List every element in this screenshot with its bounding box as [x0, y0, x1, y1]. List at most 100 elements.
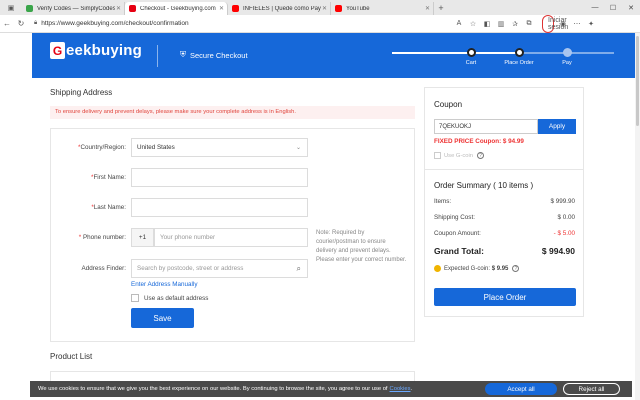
coupon-amount-value: - $ 5.00 — [553, 230, 575, 237]
gcoin-icon — [434, 265, 441, 272]
order-panel: Coupon 7QEKUOKJ Apply FIXED PRICE Coupon… — [424, 87, 584, 317]
first-name-row: *First Name: — [51, 168, 416, 187]
reload-icon[interactable]: ↻ — [14, 19, 28, 28]
profile-icon[interactable]: ◉ — [558, 20, 568, 28]
address-finder-row: Address Finder: Search by postcode, stre… — [51, 259, 416, 278]
checkbox-icon[interactable] — [131, 294, 139, 302]
back-icon[interactable]: ← — [0, 19, 14, 28]
close-icon[interactable]: ✕ — [116, 5, 121, 12]
panel-divider — [425, 169, 583, 170]
favorite-star-icon[interactable]: ☆ — [468, 20, 478, 28]
step-label-pay: Pay — [562, 60, 572, 66]
use-gcoin-checkbox[interactable]: Use G-coin ? — [434, 152, 484, 159]
checkbox-icon[interactable] — [434, 152, 441, 159]
help-icon[interactable]: ? — [477, 152, 484, 159]
country-select[interactable]: United States ⌄ — [131, 138, 308, 157]
logo-bag-icon: G — [50, 42, 65, 59]
maximize-icon[interactable]: ☐ — [604, 4, 622, 12]
save-button[interactable]: Save — [131, 308, 194, 328]
shipping-cost-label: Shipping Cost: — [434, 214, 475, 221]
address-finder-input[interactable]: Search by postcode, street or address ⌕ — [131, 259, 308, 278]
progress-line — [392, 52, 472, 54]
phone-field[interactable]: Your phone number — [154, 228, 308, 247]
tab-simplycodes[interactable]: Verify Codes — SimplyCodes ✕ — [22, 2, 125, 15]
close-window-icon[interactable]: ✕ — [622, 4, 640, 12]
cookies-link[interactable]: Cookies — [390, 386, 411, 392]
order-summary-title: Order Summary ( 10 items ) — [434, 181, 534, 190]
geekbuying-logo[interactable]: G eekbuying — [50, 42, 142, 59]
address-finder-label: Address Finder: — [81, 265, 126, 272]
coupon-amount-row: Coupon Amount: - $ 5.00 — [434, 230, 575, 237]
items-value: $ 999.90 — [550, 198, 575, 205]
address-bar-row: ← ↻ 🔒︎ https://www.geekbuying.com/checko… — [0, 14, 640, 33]
url-text: https://www.geekbuying.com/checkout/conf… — [41, 20, 189, 27]
accept-all-button[interactable]: Accept all — [485, 383, 557, 395]
checkout-progress: Cart Place Order Pay — [392, 47, 614, 67]
progress-line — [472, 52, 520, 54]
read-aloud-icon[interactable]: A — [454, 20, 464, 27]
scrollbar-thumb[interactable] — [636, 36, 639, 126]
favorites-icon[interactable]: ✰ — [510, 20, 520, 28]
tab-label: Verify Codes — SimplyCodes — [37, 5, 115, 12]
tab-geekbuying[interactable]: Checkout - Geekbuying.com ✕ — [125, 2, 228, 15]
tab-infieles[interactable]: INFIELES | Quedé como Payasa ✕ — [228, 2, 331, 15]
geekbuying-favicon-icon — [129, 5, 136, 12]
place-order-button[interactable]: Place Order — [434, 288, 576, 306]
cookie-text: We use cookies to ensure that we give yo… — [38, 386, 388, 392]
step-label-cart: Cart — [465, 60, 477, 66]
shipping-cost-value: $ 0.00 — [557, 214, 575, 221]
default-address-checkbox[interactable]: Use as default address — [131, 294, 208, 302]
expected-gcoin: Expected G-coin: $ 9.95 ? — [434, 265, 520, 272]
split-screen-icon[interactable]: ▥ — [496, 20, 506, 28]
first-name-field[interactable] — [131, 168, 308, 187]
last-name-field[interactable] — [131, 198, 308, 217]
tab-label: INFIELES | Quedé como Payasa — [243, 5, 321, 12]
youtube-favicon-icon — [335, 5, 342, 12]
english-address-notice: To ensure delivery and prevent delays, p… — [50, 106, 415, 119]
product-list-title: Product List — [50, 352, 93, 361]
lock-icon: 🔒︎ — [34, 20, 38, 26]
phone-label: * Phone number: — [78, 234, 126, 241]
grand-total-label: Grand Total: — [434, 246, 484, 256]
apply-coupon-button[interactable]: Apply — [538, 119, 576, 134]
more-menu-icon[interactable]: ⋯ — [572, 20, 582, 28]
country-label: *Country/Region: — [78, 144, 126, 151]
shipping-form: *Country/Region: United States ⌄ *First … — [50, 128, 415, 342]
chevron-down-icon: ⌄ — [295, 145, 301, 151]
extension-icon[interactable]: ◧ — [482, 20, 492, 28]
shipping-address-title: Shipping Address — [50, 88, 113, 97]
shield-icon: ⛨ — [180, 50, 186, 59]
header-divider — [157, 45, 158, 67]
coupon-title: Coupon — [434, 100, 463, 109]
step-dot-place-order — [515, 48, 524, 57]
secure-checkout-label: Secure Checkout — [190, 50, 248, 60]
copilot-icon[interactable]: ✦ — [586, 20, 596, 28]
collections-icon[interactable]: ⧉ — [524, 20, 534, 28]
last-name-label: *Last Name: — [91, 204, 126, 211]
tab-youtube[interactable]: YouTube ✕ — [331, 2, 434, 15]
enter-address-manually-link[interactable]: Enter Address Manually — [131, 281, 198, 288]
fixed-price-coupon-text: FIXED PRICE Coupon: $ 94.99 — [434, 138, 524, 145]
phone-prefix: +1 — [131, 228, 154, 247]
minimize-icon[interactable]: — — [586, 4, 604, 12]
use-gcoin-label: Use G-coin — [444, 152, 473, 159]
close-icon[interactable]: ✕ — [322, 5, 327, 12]
close-icon[interactable]: ✕ — [425, 5, 430, 12]
reject-all-button[interactable]: Reject all — [563, 383, 620, 395]
coupon-code-input[interactable]: 7QEKUOKJ — [434, 119, 538, 134]
youtube-favicon-icon — [232, 5, 239, 12]
coupon-amount-label: Coupon Amount: — [434, 230, 481, 237]
checkout-header: G eekbuying ⛨ Secure Checkout Cart Place… — [32, 33, 635, 78]
cookie-banner: We use cookies to ensure that we give yo… — [30, 381, 632, 397]
expected-gcoin-value: $ 9.95 — [491, 265, 509, 272]
search-icon[interactable]: ⌕ — [297, 264, 301, 274]
signin-button[interactable]: Iniciar sesión — [542, 14, 568, 33]
new-tab-icon[interactable]: + — [434, 3, 448, 13]
grand-total-value: $ 994.90 — [541, 246, 575, 256]
window-menu-icon[interactable]: ▣ — [0, 0, 22, 15]
step-dot-cart — [467, 48, 476, 57]
close-icon[interactable]: ✕ — [219, 5, 224, 12]
help-icon[interactable]: ? — [512, 265, 520, 272]
url-field[interactable]: 🔒︎ https://www.geekbuying.com/checkout/c… — [34, 18, 454, 30]
step-dot-pay — [563, 48, 572, 57]
